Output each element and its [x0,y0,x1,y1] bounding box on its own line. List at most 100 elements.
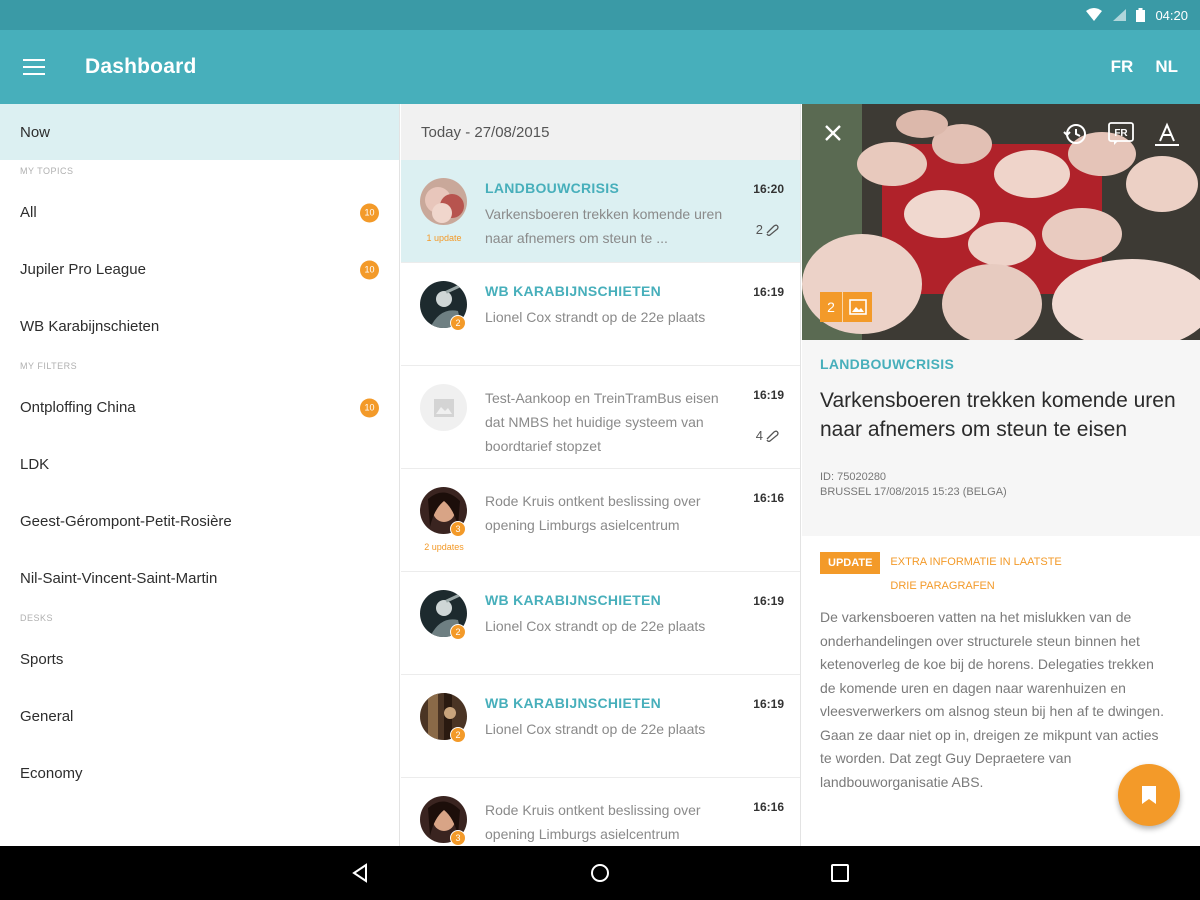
sidebar-item-all[interactable]: All 10 [0,184,399,241]
attachment-count-value: 4 [755,428,763,443]
feed-item-body: WB KARABIJNSCHIETEN Lionel Cox strandt o… [485,592,735,638]
feed-item-time: 16:19 [753,388,784,402]
sidebar-item-now[interactable]: Now [0,104,399,160]
feed-item-body: WB KARABIJNSCHIETEN Lionel Cox strandt o… [485,695,735,741]
sidebar-item-general[interactable]: General [0,688,399,745]
article-detail: FR 2 LANDBOUWCRISIS Varkensboeren trekke… [802,104,1200,846]
article-header: LANDBOUWCRISIS Varkensboeren trekken kom… [802,340,1200,536]
lang-nl-button[interactable]: NL [1155,57,1178,77]
sidebar-item-jupiler-pro-league[interactable]: Jupiler Pro League 10 [0,241,399,298]
back-icon [352,863,367,883]
update-note: 1 update [426,233,462,243]
menu-button[interactable] [0,30,68,104]
sidebar-item-economy[interactable]: Economy [0,745,399,802]
image-placeholder-icon [420,384,467,431]
home-button[interactable] [580,853,620,893]
paperclip-icon [766,224,779,236]
signal-icon [1113,9,1127,21]
text-size-button[interactable] [1154,122,1180,153]
sidebar-item-label: Geest-Gérompont-Petit-Rosière [20,513,232,530]
sidebar-item-label: General [20,708,74,725]
article-meta: ID: 75020280 BRUSSEL 17/08/2015 15:23 (B… [820,470,1182,500]
feed-item-body: Test-Aankoop en TreinTramBus eisen dat N… [485,386,735,458]
language-toggle-button[interactable]: FR [1108,122,1134,151]
article-image[interactable]: FR 2 [802,104,1200,340]
clock: 04:20 [1155,7,1188,23]
image-icon [842,292,872,322]
sidebar-item-nil-saint-vincent[interactable]: Nil-Saint-Vincent-Saint-Martin [0,550,399,607]
update-tag: UPDATE [820,552,881,574]
feed-item[interactable]: 2 WB KARABIJNSCHIETEN Lionel Cox strandt… [401,675,800,778]
count-badge: 10 [360,398,379,417]
lang-fr-button[interactable]: FR [1111,57,1134,77]
feed-item-text: Lionel Cox strandt op de 22e plaats [485,309,706,325]
system-nav-bar [0,846,1200,900]
count-badge: 10 [360,260,379,279]
recents-button[interactable] [820,853,860,893]
app-bar: Dashboard FR NL [0,30,1200,104]
update-note: 2 updates [424,542,464,552]
feed-item-time: 16:19 [753,594,784,608]
sidebar-item-label: LDK [20,456,50,473]
feed-item-time: 16:20 [753,182,784,196]
home-icon [591,864,609,882]
feed-item-topic: WB KARABIJNSCHIETEN [485,283,662,299]
gallery-badge[interactable]: 2 [820,292,872,322]
avatar [420,178,467,225]
article-title: Varkensboeren trekken komende uren naar … [820,389,1176,441]
article-dateline: BRUSSEL 17/08/2015 15:23 (BELGA) [820,486,1007,498]
article-id: ID: 75020280 [820,471,887,483]
date-header: Today - 27/08/2015 [401,104,800,160]
feed-item[interactable]: 2 WB KARABIJNSCHIETEN Lionel Cox strandt… [401,572,800,675]
news-feed: Today - 27/08/2015 1 update LANDBOUWCRIS… [401,104,801,846]
section-heading-my-filters: MY FILTERS [20,361,78,371]
sidebar-item-ldk[interactable]: LDK [0,436,399,493]
update-count-badge: 3 [450,521,466,537]
sidebar-item-ontploffing-china[interactable]: Ontploffing China 10 [0,379,399,436]
feed-item-text: Test-Aankoop en TreinTramBus eisen dat N… [485,390,719,454]
sidebar-item-sports[interactable]: Sports [0,631,399,688]
section-heading-my-topics: MY TOPICS [20,166,74,176]
wifi-icon [1086,8,1103,21]
status-bar: 04:20 [0,0,1200,30]
feed-item-topic: WB KARABIJNSCHIETEN [485,695,662,711]
feed-item-time: 16:19 [753,285,784,299]
sidebar-item-label: Jupiler Pro League [20,261,146,278]
history-button[interactable] [1062,122,1088,151]
feed-item-text: Rode Kruis ontkent beslissing over openi… [485,493,701,533]
paperclip-icon [766,430,779,442]
feed-item-body: WB KARABIJNSCHIETEN Lionel Cox strandt o… [485,283,735,329]
update-info: EXTRA INFORMATIE IN LAATSTE DRIE PARAGRA… [890,556,1062,592]
feed-item[interactable]: 1 update LANDBOUWCRISIS Varkensboeren tr… [401,160,800,263]
update-count-badge: 2 [450,727,466,743]
feed-item-time: 16:16 [753,800,784,814]
close-button[interactable] [822,122,844,149]
attachment-count-value: 2 [755,222,763,237]
translate-icon: FR [1108,122,1134,145]
page-title: Dashboard [85,55,197,78]
sidebar-item-label: Sports [20,651,64,668]
article-topic[interactable]: LANDBOUWCRISIS [820,356,1182,372]
sidebar-item-label: WB Karabijnschieten [20,318,160,335]
back-button[interactable] [340,853,380,893]
recents-icon [831,864,849,882]
bookmark-button[interactable] [1118,764,1180,826]
section-heading-desks: DESKS [20,613,54,623]
sidebar-item-wb-karabijnschieten[interactable]: WB Karabijnschieten [0,298,399,355]
feed-item-text: Varkensboeren trekken komende uren naar … [485,206,723,246]
attachment-count: 4 [756,428,780,443]
sidebar-item-geest-gerompont[interactable]: Geest-Gérompont-Petit-Rosière [0,493,399,550]
update-count-badge: 3 [450,830,466,846]
feed-item[interactable]: Test-Aankoop en TreinTramBus eisen dat N… [401,366,800,469]
feed-item[interactable]: 2 WB KARABIJNSCHIETEN Lionel Cox strandt… [401,263,800,366]
feed-item[interactable]: 3 Rode Kruis ontkent beslissing over ope… [401,778,800,846]
update-count-badge: 2 [450,315,466,331]
battery-icon [1136,8,1146,22]
sidebar: Now MY TOPICS All 10 Jupiler Pro League 10… [0,104,400,846]
hamburger-icon [23,59,45,75]
feed-item[interactable]: 3 2 updates Rode Kruis ontkent beslissin… [401,469,800,572]
sidebar-item-label: Nil-Saint-Vincent-Saint-Martin [20,570,218,587]
bookmark-icon [1142,786,1156,804]
history-icon [1063,124,1086,144]
feed-item-topic: WB KARABIJNSCHIETEN [485,592,662,608]
